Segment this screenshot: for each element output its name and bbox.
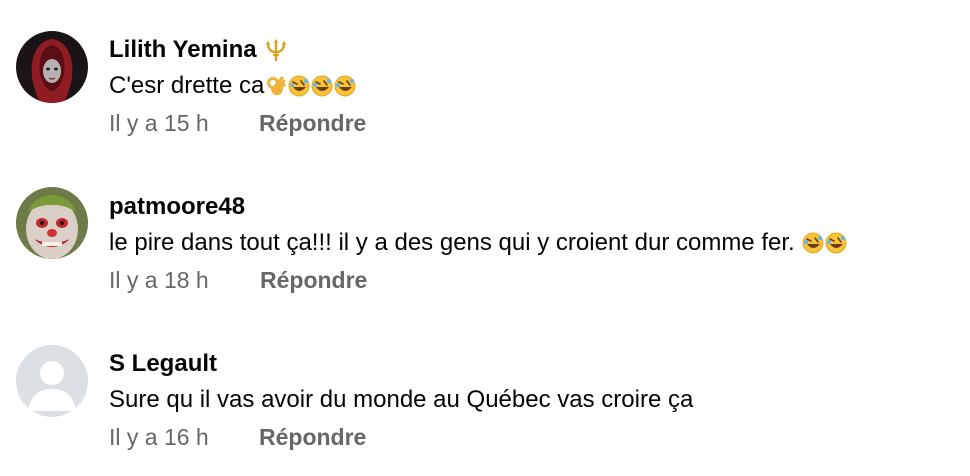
avatar[interactable] xyxy=(16,187,88,259)
comment-timestamp: Il y a 15 h xyxy=(109,110,209,136)
comment-text: C'esr drette ca xyxy=(109,71,356,101)
trident-icon xyxy=(263,37,289,63)
reply-button[interactable]: Répondre xyxy=(260,267,367,294)
comment-author-name: patmoore48 xyxy=(109,193,246,220)
comment-text-content: le pire dans tout ça!!! il y a des gens … xyxy=(109,229,802,256)
comment-text-content: C'esr drette ca xyxy=(109,72,265,99)
rofl-icon xyxy=(802,232,824,254)
comment-text: Sure qu il vas avoir du monde au Québec … xyxy=(109,385,693,415)
rofl-icon xyxy=(825,232,847,254)
comment-text-content: Sure qu il vas avoir du monde au Québec … xyxy=(109,386,694,413)
comment-author-name: S Legault xyxy=(109,350,218,377)
rofl-icon xyxy=(288,75,310,97)
comment-timestamp: Il y a 18 h xyxy=(109,267,209,293)
comment-text: le pire dans tout ça!!! il y a des gens … xyxy=(109,228,847,258)
rofl-icon xyxy=(334,75,356,97)
reply-button[interactable]: Répondre xyxy=(259,110,366,137)
rofl-icon xyxy=(311,75,333,97)
reply-button[interactable]: Répondre xyxy=(259,424,366,451)
ok-hand-icon xyxy=(265,75,287,97)
comment-timestamp: Il y a 16 h xyxy=(109,424,209,450)
comment-author[interactable]: Lilith Yemina xyxy=(109,35,289,65)
comment-author[interactable]: S Legault xyxy=(109,349,217,379)
comment-author[interactable]: patmoore48 xyxy=(109,192,245,222)
avatar[interactable] xyxy=(16,31,88,103)
avatar[interactable] xyxy=(16,345,88,417)
comment-author-name: Lilith Yemina xyxy=(109,36,257,63)
